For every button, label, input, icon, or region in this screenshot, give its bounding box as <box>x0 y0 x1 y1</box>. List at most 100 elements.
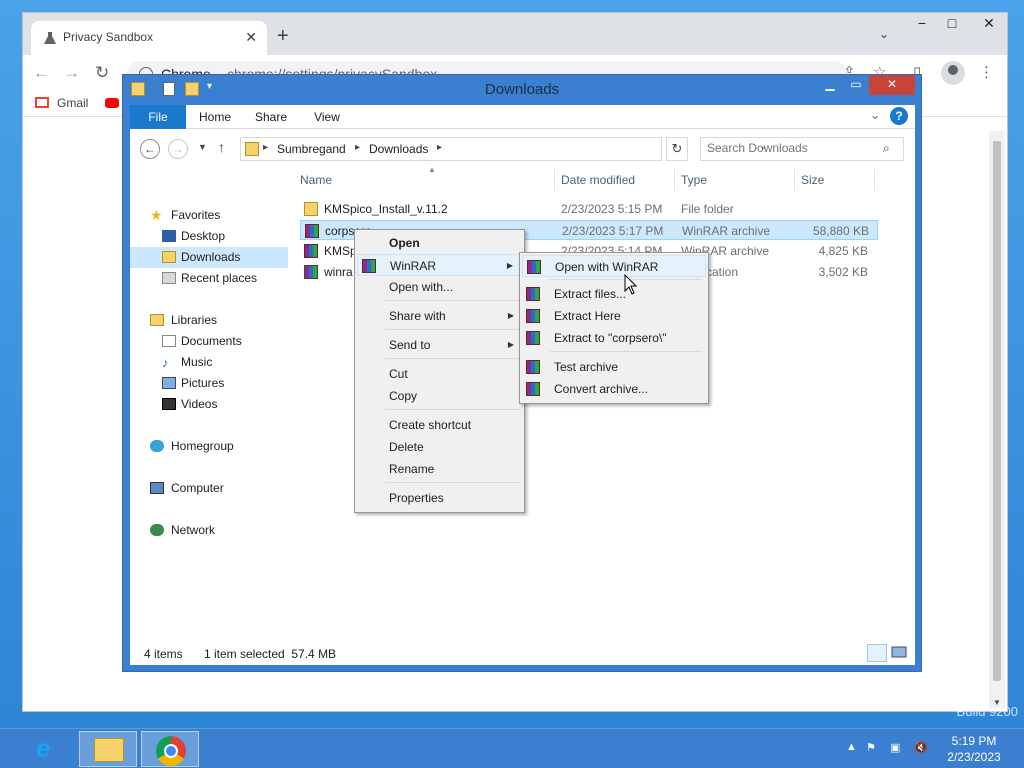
menu-item-winrar[interactable]: WinRAR ▶ <box>357 254 522 276</box>
documents-icon <box>162 335 176 347</box>
status-bar: 4 items 1 item selected 57.4 MB <box>130 641 915 665</box>
submenu-item-test-archive[interactable]: Test archive <box>522 356 706 378</box>
search-box[interactable]: ⌕ <box>700 137 904 161</box>
submenu-item-extract-files[interactable]: Extract files... <box>522 283 706 305</box>
folder-icon <box>304 202 318 216</box>
menu-item-cut[interactable]: Cut <box>357 363 522 385</box>
address-box[interactable]: ▸ Sumbregand ▸ Downloads ▸ ⌄ <box>240 137 767 161</box>
reload-icon[interactable]: ↻ <box>95 63 109 83</box>
up-icon[interactable]: ↑ <box>218 139 225 155</box>
minimize-icon[interactable]: ▁ <box>817 75 843 95</box>
column-type[interactable]: Type <box>681 173 707 187</box>
tab-share[interactable]: Share <box>246 105 296 129</box>
nav-computer[interactable]: Computer <box>130 478 288 499</box>
nav-videos[interactable]: Videos <box>130 394 288 415</box>
menu-item-open[interactable]: Open <box>357 232 522 254</box>
nav-music[interactable]: ♪ Music <box>130 352 288 373</box>
homegroup-icon <box>150 440 164 452</box>
nav-libraries[interactable]: Libraries <box>130 310 288 331</box>
back-icon[interactable]: ← <box>140 139 160 159</box>
tab-file[interactable]: File <box>130 105 186 129</box>
column-size[interactable]: Size <box>801 173 824 187</box>
tab-close-icon[interactable]: ✕ <box>245 29 257 46</box>
menu-dots-icon[interactable]: ⋮ <box>979 63 994 81</box>
submenu-item-convert-archive[interactable]: Convert archive... <box>522 378 706 400</box>
profile-avatar[interactable] <box>941 61 965 85</box>
forward-icon[interactable]: → <box>168 139 188 159</box>
nav-downloads[interactable]: Downloads <box>130 247 288 268</box>
search-input[interactable] <box>707 141 877 155</box>
menu-item-delete[interactable]: Delete <box>357 436 522 458</box>
action-center-flag-icon[interactable]: ⚑ <box>866 741 876 754</box>
nav-favorites[interactable]: ★ Favorites <box>130 205 288 226</box>
menu-item-send-to[interactable]: Send to ▶ <box>357 334 522 356</box>
column-name[interactable]: Name <box>300 173 332 187</box>
new-tab-icon[interactable]: + <box>277 25 289 48</box>
menu-separator <box>385 482 520 483</box>
minimize-icon[interactable]: − <box>907 13 937 35</box>
breadcrumb-sep-icon[interactable]: ▸ <box>437 142 442 153</box>
column-date-modified[interactable]: Date modified <box>561 173 635 187</box>
close-icon[interactable]: ✕ <box>869 75 915 95</box>
submenu-item-extract-here[interactable]: Extract Here <box>522 305 706 327</box>
file-row[interactable]: KMSpico_Install_v.11.2 2/23/2023 5:15 PM… <box>300 199 878 219</box>
menu-item-properties[interactable]: Properties <box>357 487 522 509</box>
submenu-arrow-icon: ▶ <box>507 340 514 349</box>
chrome-tab[interactable]: Privacy Sandbox ✕ <box>31 21 267 55</box>
bookmark-gmail[interactable]: Gmail <box>57 96 88 110</box>
large-icons-view-icon[interactable] <box>890 644 910 662</box>
submenu-item-extract-to[interactable]: Extract to "corpsero\" <box>522 327 706 349</box>
taskbar: e ▲ ⚑ ▣ 🔇 5:19 PM 2/23/2023 <box>0 728 1024 768</box>
recent-places-icon <box>162 272 176 284</box>
close-icon[interactable]: ✕ <box>969 13 1009 35</box>
maximize-icon[interactable]: □ <box>937 13 967 35</box>
nav-homegroup[interactable]: Homegroup <box>130 436 288 457</box>
volume-muted-icon[interactable]: 🔇 <box>914 741 928 754</box>
menu-item-share-with[interactable]: Share with ▶ <box>357 305 522 327</box>
breadcrumb-user[interactable]: Sumbregand <box>277 142 346 156</box>
tab-search-chevron-icon[interactable]: ⌄ <box>879 27 889 41</box>
back-icon[interactable]: ← <box>33 63 50 83</box>
taskbar-chrome[interactable] <box>141 731 199 767</box>
forward-icon[interactable]: → <box>63 63 80 83</box>
taskbar-file-explorer[interactable] <box>79 731 137 767</box>
nav-documents[interactable]: Documents <box>130 331 288 352</box>
menu-item-rename[interactable]: Rename <box>357 458 522 480</box>
taskbar-ie[interactable]: e <box>16 731 74 767</box>
menu-item-create-shortcut[interactable]: Create shortcut <box>357 414 522 436</box>
nav-desktop[interactable]: Desktop <box>130 226 288 247</box>
network-icon[interactable]: ▣ <box>890 741 900 754</box>
show-hidden-icons-icon[interactable]: ▲ <box>846 741 857 753</box>
file-size: 4,825 KB <box>818 244 868 258</box>
page-scrollbar[interactable]: ▼ <box>989 131 1005 709</box>
breadcrumb-sep-icon[interactable]: ▸ <box>355 142 360 153</box>
search-icon[interactable]: ⌕ <box>883 141 890 156</box>
tab-view[interactable]: View <box>304 105 350 129</box>
nav-network[interactable]: Network <box>130 520 288 541</box>
file-name: KMSpico_Install_v.11.2 <box>324 202 448 216</box>
help-icon[interactable]: ? <box>890 107 908 125</box>
column-divider[interactable] <box>794 169 795 191</box>
menu-item-copy[interactable]: Copy <box>357 385 522 407</box>
column-divider[interactable] <box>674 169 675 191</box>
breadcrumb-downloads[interactable]: Downloads <box>369 142 428 156</box>
winrar-icon <box>362 259 376 273</box>
menu-item-open-with[interactable]: Open with... <box>357 276 522 298</box>
file-type: File folder <box>681 202 734 216</box>
recent-locations-icon[interactable]: ▼ <box>198 142 207 152</box>
scrollbar-thumb[interactable] <box>993 141 1001 681</box>
expand-ribbon-icon[interactable]: ⌄ <box>870 108 880 122</box>
star-icon: ★ <box>150 207 163 223</box>
column-divider[interactable] <box>554 169 555 191</box>
system-clock[interactable]: 5:19 PM 2/23/2023 <box>934 733 1014 765</box>
column-divider[interactable] <box>874 169 875 191</box>
maximize-icon[interactable]: ▭ <box>843 75 869 95</box>
refresh-icon[interactable]: ↻ <box>666 137 688 161</box>
youtube-icon[interactable] <box>105 98 119 108</box>
tab-home[interactable]: Home <box>190 105 240 129</box>
details-view-icon[interactable] <box>867 644 887 662</box>
submenu-item-open-with-winrar[interactable]: Open with WinRAR <box>522 255 706 277</box>
nav-recent-places[interactable]: Recent places <box>130 268 288 289</box>
nav-pictures[interactable]: Pictures <box>130 373 288 394</box>
breadcrumb-sep-icon[interactable]: ▸ <box>263 142 268 153</box>
